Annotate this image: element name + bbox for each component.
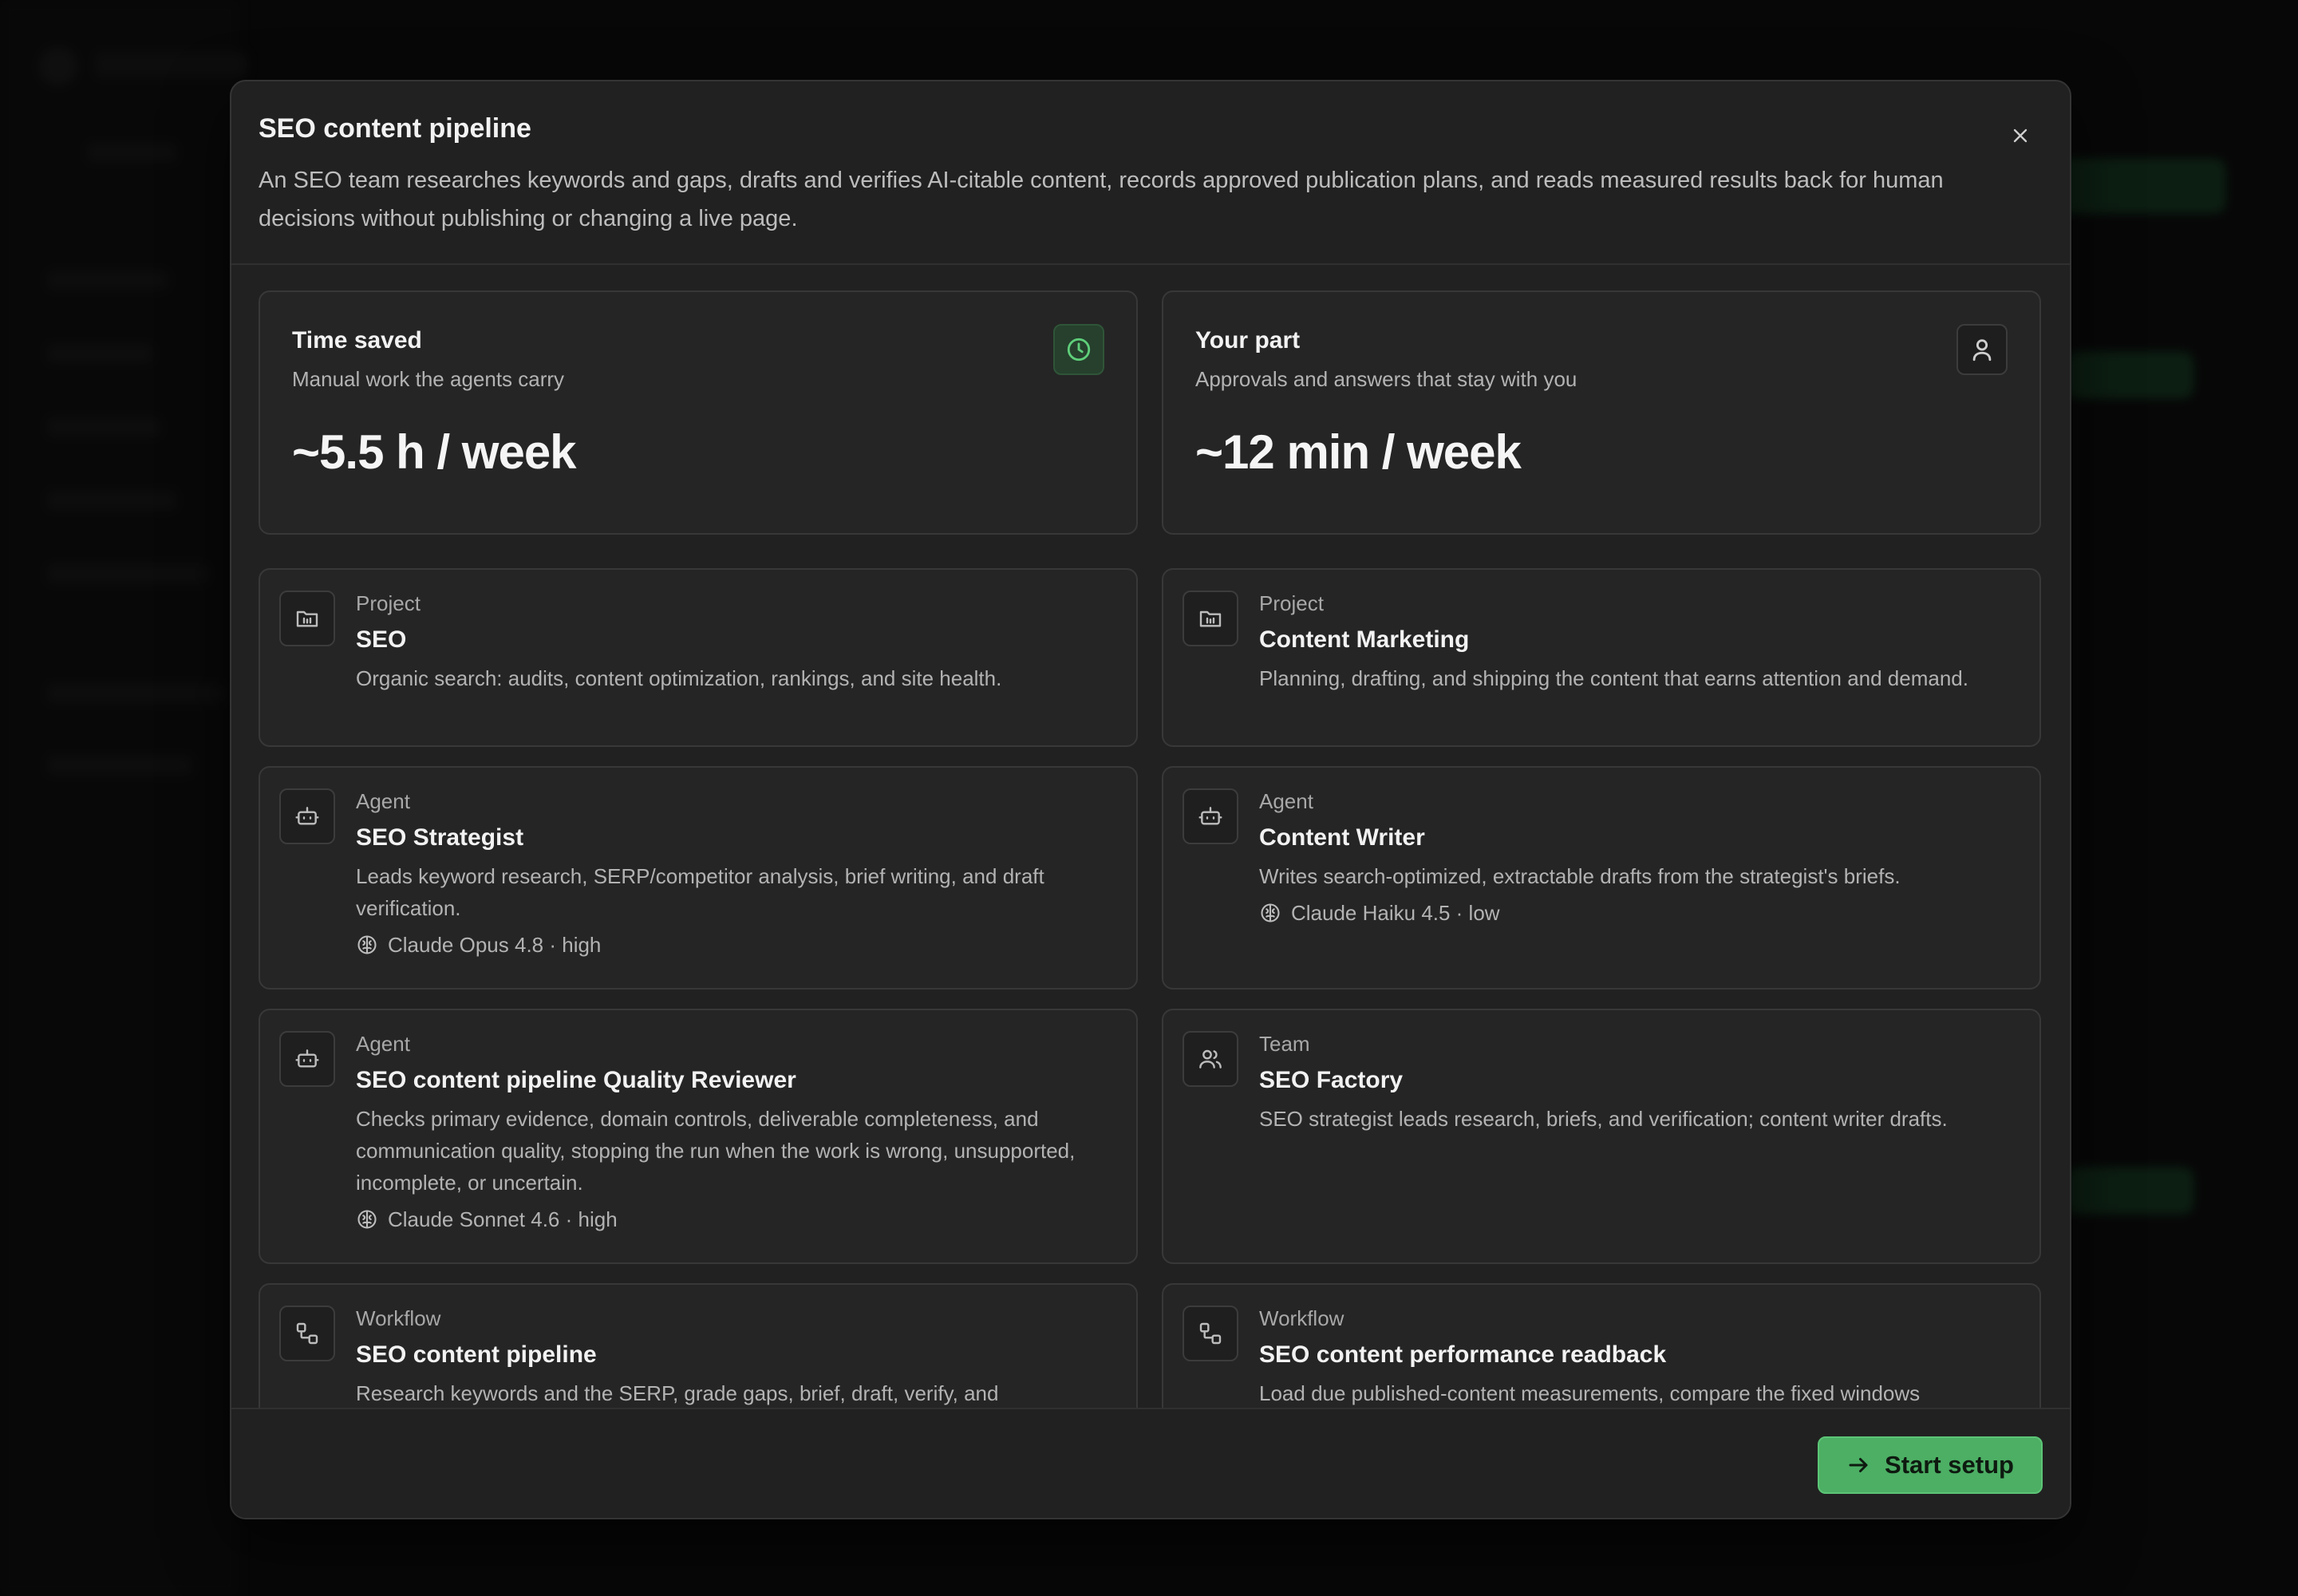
workflow-icon xyxy=(1183,1306,1238,1361)
item-kind: Workflow xyxy=(356,1306,441,1330)
item-kind: Project xyxy=(1259,591,1324,615)
brain-icon xyxy=(1261,903,1280,922)
workflow-icon xyxy=(279,1306,335,1361)
item-name: SEO xyxy=(356,626,407,653)
item-name: SEO content pipeline xyxy=(356,1341,597,1368)
time-saved-card: Time saved Manual work the agents carry … xyxy=(259,290,1138,535)
item-kind: Agent xyxy=(356,1032,410,1056)
clock-icon xyxy=(1053,324,1104,375)
team-card-seo-factory: Team SEO Factory SEO strategist leads re… xyxy=(1162,1009,2041,1264)
stat-title: Time saved xyxy=(292,327,422,354)
item-description: SEO strategist leads research, briefs, a… xyxy=(1259,1107,1948,1131)
modal-footer: Start setup xyxy=(231,1408,2070,1518)
stat-title: Your part xyxy=(1195,327,1301,354)
item-kind: Project xyxy=(356,591,421,615)
model-label: Claude Opus 4.8 · high xyxy=(388,933,602,957)
item-description: Writes search-optimized, extractable dra… xyxy=(1259,864,1901,888)
item-description: Organic search: audits, content optimiza… xyxy=(356,666,1002,690)
users-icon xyxy=(1183,1031,1238,1087)
bot-icon xyxy=(279,788,335,844)
agent-card-seo-strategist: Agent SEO Strategist Leads keyword resea… xyxy=(259,766,1138,990)
model-info: Claude Sonnet 4.6 · high xyxy=(356,1203,1112,1235)
start-setup-label: Start setup xyxy=(1885,1451,2014,1479)
project-card-seo: Project SEO Organic search: audits, cont… xyxy=(259,568,1138,747)
start-setup-button[interactable]: Start setup xyxy=(1818,1436,2043,1494)
user-icon xyxy=(1956,324,2008,375)
modal-header: SEO content pipeline An SEO team researc… xyxy=(231,81,2070,265)
modal-description: An SEO team researches keywords and gaps… xyxy=(259,168,1944,231)
item-kind: Workflow xyxy=(1259,1306,1344,1330)
your-part-card: Your part Approvals and answers that sta… xyxy=(1162,290,2041,535)
stat-value: ~12 min / week xyxy=(1195,425,1522,479)
bot-icon xyxy=(279,1031,335,1087)
bot-icon xyxy=(1183,788,1238,844)
close-button[interactable] xyxy=(2003,118,2038,153)
project-card-content-marketing: Project Content Marketing Planning, draf… xyxy=(1162,568,2041,747)
item-description: Checks primary evidence, domain controls… xyxy=(356,1107,1076,1195)
arrow-right-icon xyxy=(1849,1458,1868,1472)
folder-icon xyxy=(1183,591,1238,646)
modal-title: SEO content pipeline xyxy=(259,113,531,144)
item-description: Research keywords and the SERP, grade ga… xyxy=(356,1381,999,1405)
model-label: Claude Sonnet 4.6 · high xyxy=(388,1207,618,1231)
setup-modal: SEO content pipeline An SEO team researc… xyxy=(230,80,2071,1519)
model-label: Claude Haiku 4.5 · low xyxy=(1291,901,1500,925)
item-description: Load due published-content measurements,… xyxy=(1259,1381,1921,1405)
folder-icon xyxy=(279,591,335,646)
agent-card-content-writer: Agent Content Writer Writes search-optim… xyxy=(1162,766,2041,990)
item-name: SEO Factory xyxy=(1259,1067,1404,1093)
stat-subtitle: Manual work the agents carry xyxy=(292,367,565,391)
close-icon xyxy=(2013,128,2028,143)
brain-icon xyxy=(357,1210,377,1229)
modal-body[interactable]: Time saved Manual work the agents carry … xyxy=(259,290,2043,1479)
item-kind: Agent xyxy=(356,789,410,813)
item-description: Leads keyword research, SERP/competitor … xyxy=(356,864,1044,920)
item-kind: Agent xyxy=(1259,789,1313,813)
stat-value: ~5.5 h / week xyxy=(292,425,577,479)
brain-icon xyxy=(357,935,377,954)
model-info: Claude Haiku 4.5 · low xyxy=(1259,897,2016,929)
agent-card-quality-reviewer: Agent SEO content pipeline Quality Revie… xyxy=(259,1009,1138,1264)
stat-subtitle: Approvals and answers that stay with you xyxy=(1195,367,1577,391)
item-description: Planning, drafting, and shipping the con… xyxy=(1259,666,1968,690)
item-name: SEO content pipeline Quality Reviewer xyxy=(356,1067,796,1093)
item-name: SEO content performance readback xyxy=(1259,1341,1667,1368)
item-name: Content Marketing xyxy=(1259,626,1470,653)
item-kind: Team xyxy=(1259,1032,1310,1056)
model-info: Claude Opus 4.8 · high xyxy=(356,929,1112,961)
item-name: SEO Strategist xyxy=(356,824,524,851)
item-name: Content Writer xyxy=(1259,824,1425,851)
